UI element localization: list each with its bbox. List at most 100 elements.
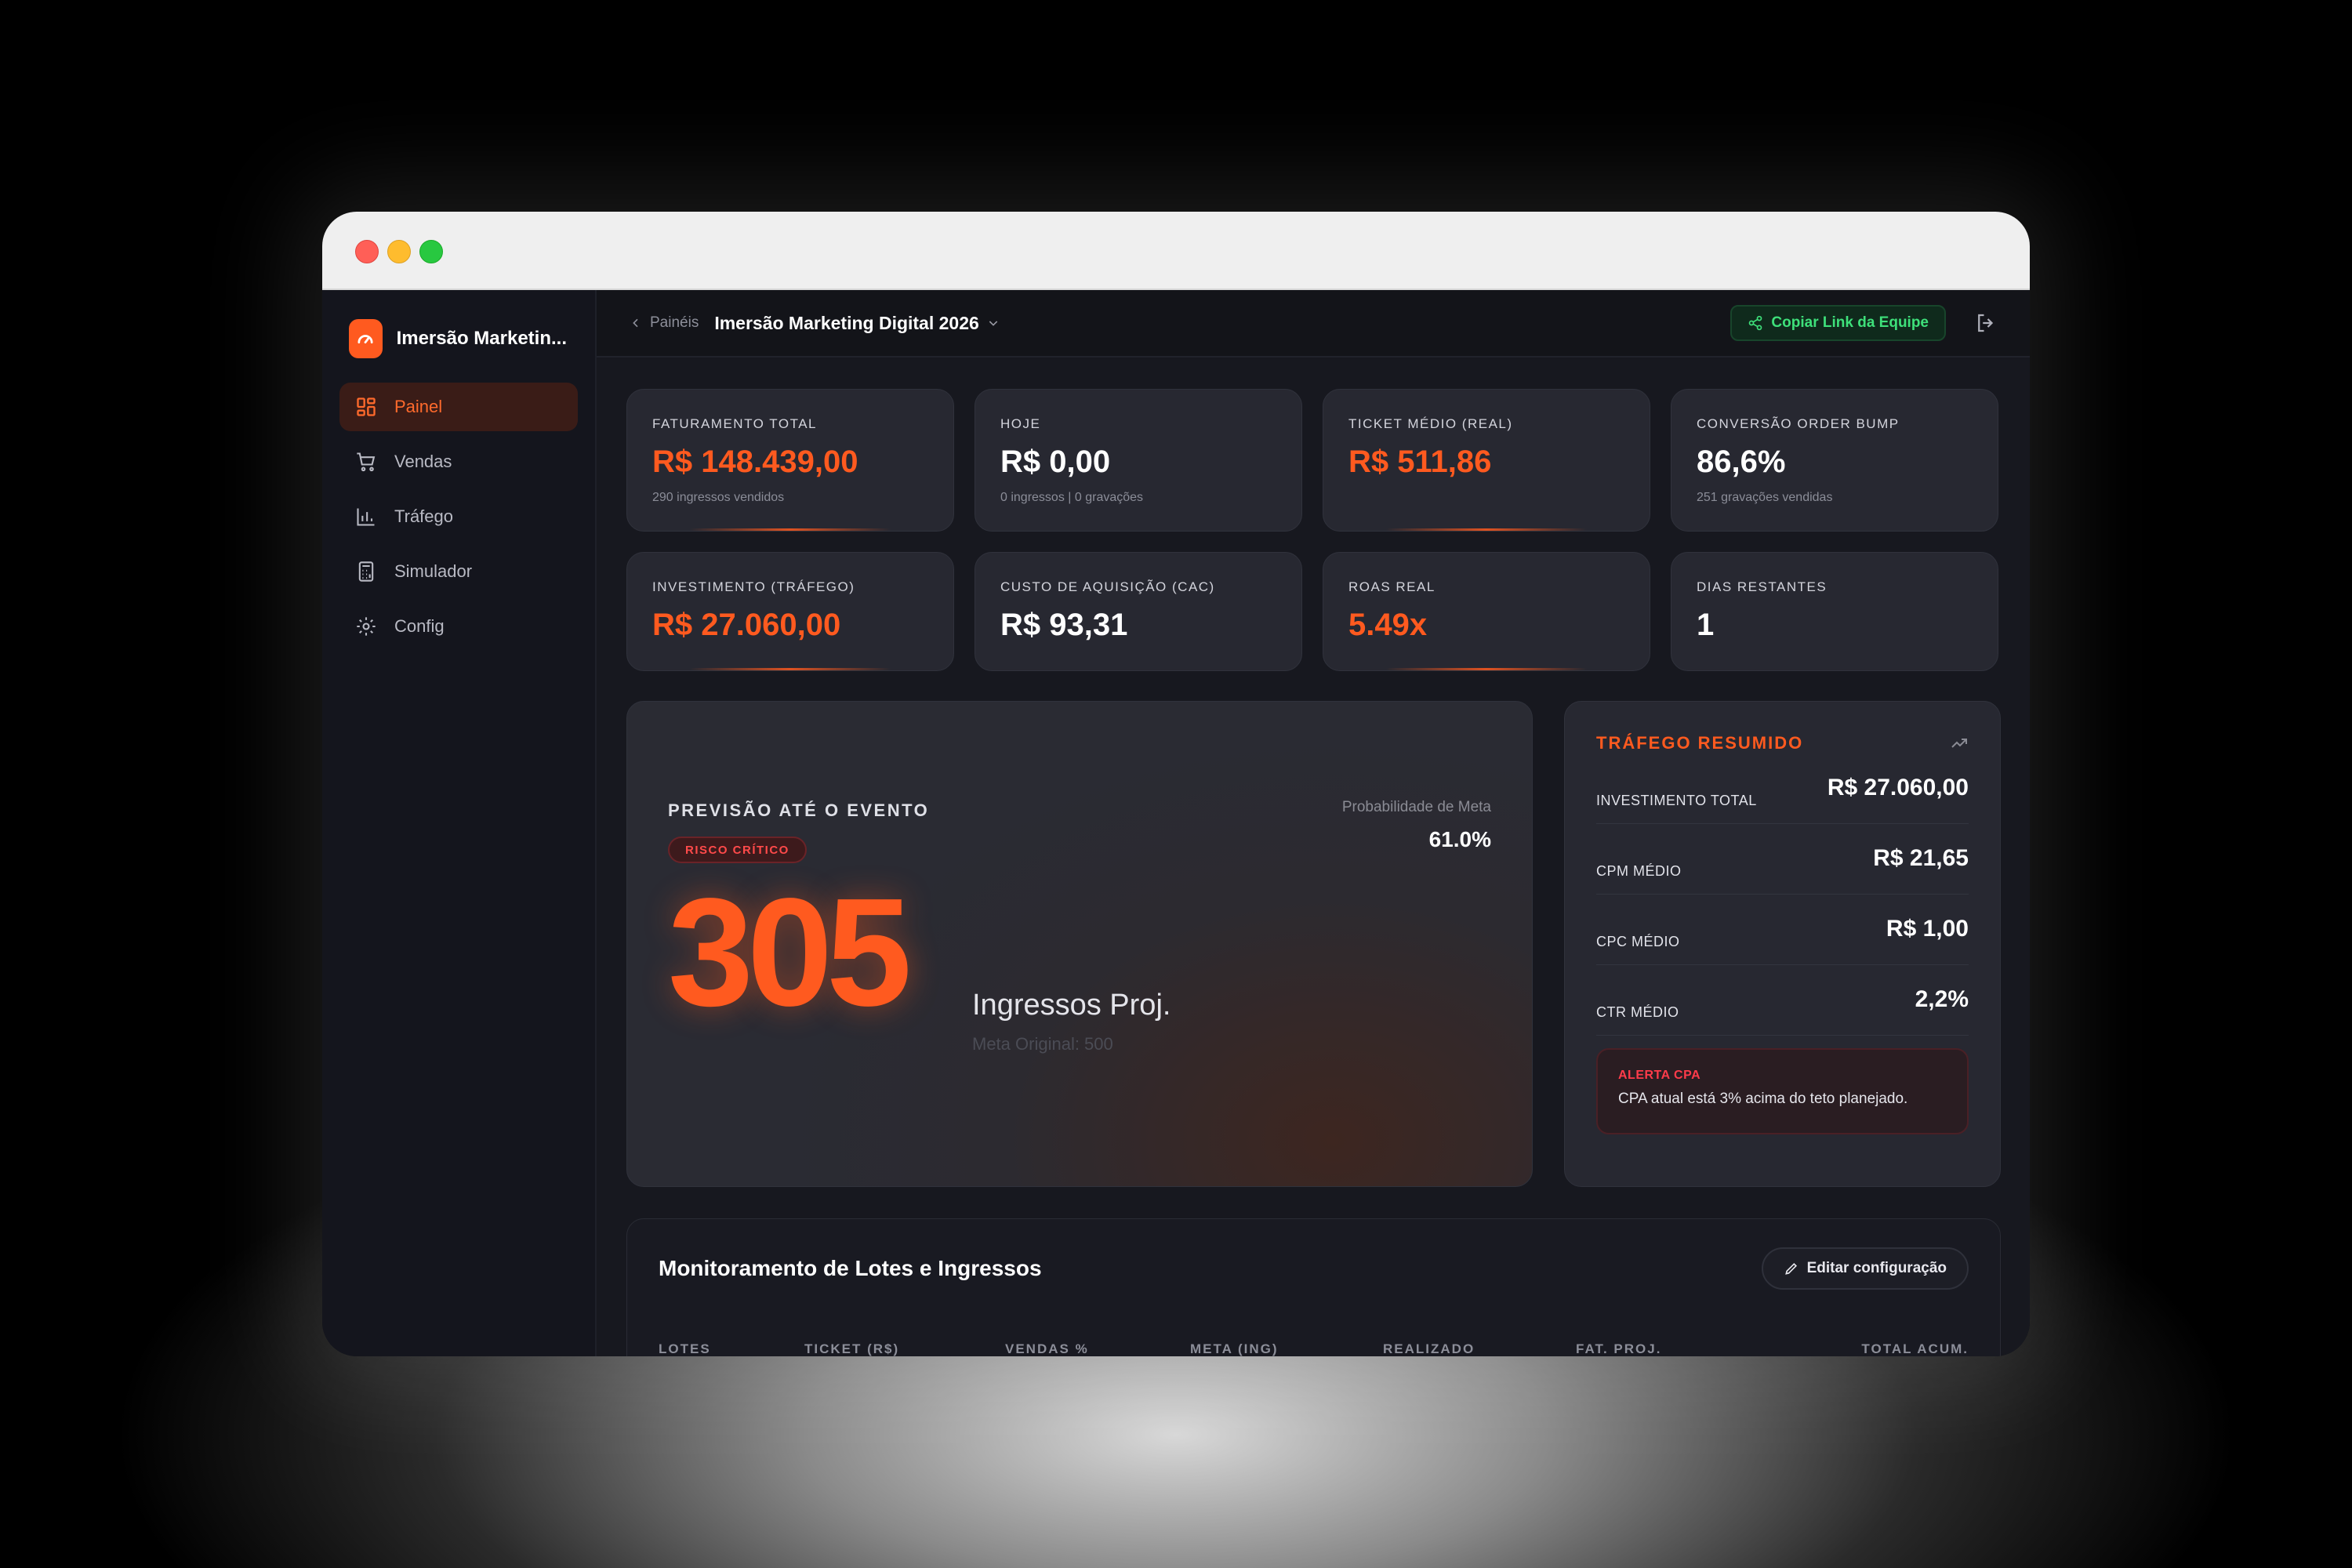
probability-label: Probabilidade de Meta [1341, 799, 1491, 815]
kpi-value: R$ 93,31 [1000, 608, 1128, 642]
traffic-row-ctr: CTR MÉDIO 2,2% [1596, 965, 1969, 1036]
share-icon [1749, 315, 1762, 331]
kpi-card-faturamento: FATURAMENTO TOTAL R$ 148.439,00 290 ingr… [626, 389, 954, 532]
kpi-card-investimento: INVESTIMENTO (TRÁFEGO) R$ 27.060,00 [626, 552, 954, 671]
sidebar-item-label: Simulador [394, 561, 473, 581]
alert-title: ALERTA CPA [1618, 1069, 1701, 1082]
traffic-row-investimento: INVESTIMENTO TOTAL R$ 27.060,00 [1596, 753, 1969, 824]
breadcrumb-back[interactable]: Painéis [630, 314, 699, 332]
forecast-unit-label: Ingressos Proj. [972, 989, 1171, 1022]
sidebar-nav: Painel Vendas Tráfego Simulador Config [339, 383, 578, 651]
topbar: Painéis Imersão Marketing Digital 2026 C… [597, 290, 2030, 358]
cpa-alert: ALERTA CPA CPA atual está 3% acima do te… [1596, 1048, 1969, 1134]
kpi-sub: 290 ingressos vendidos [652, 491, 785, 504]
traffic-row-value: R$ 21,65 [1873, 845, 1969, 871]
traffic-row-cpc: CPC MÉDIO R$ 1,00 [1596, 895, 1969, 965]
kpi-grid: FATURAMENTO TOTAL R$ 148.439,00 290 ingr… [626, 389, 2001, 671]
page-title: Imersão Marketing Digital 2026 [714, 312, 979, 333]
lots-header: Monitoramento de Lotes e Ingressos Edita… [659, 1219, 1969, 1318]
lots-table-header: LOTES TICKET (R$) VENDAS % META (ING) RE… [659, 1341, 1969, 1356]
copy-team-link-label: Copiar Link da Equipe [1771, 314, 1929, 331]
mid-section: PREVISÃO ATÉ O EVENTO RISCO CRÍTICO 305 … [626, 701, 2001, 1187]
copy-team-link-button[interactable]: Copiar Link da Equipe [1730, 305, 1946, 341]
kpi-label: DIAS RESTANTES [1697, 579, 1828, 594]
column-header[interactable]: TOTAL ACUM. [1811, 1341, 1969, 1356]
kpi-label: FATURAMENTO TOTAL [652, 416, 818, 431]
kpi-card-order-bump: CONVERSÃO ORDER BUMP 86,6% 251 gravações… [1671, 389, 1998, 532]
lots-title: Monitoramento de Lotes e Ingressos [659, 1256, 1042, 1280]
app-window: Imersão Marketin... Painel Vendas Tráfeg… [322, 212, 2030, 1356]
kpi-value: R$ 148.439,00 [652, 445, 858, 479]
traffic-summary-card: TRÁFEGO RESUMIDO INVESTIMENTO TOTAL R$ 2… [1564, 701, 2001, 1187]
dashboard: FATURAMENTO TOTAL R$ 148.439,00 290 ingr… [597, 358, 2030, 1356]
kpi-value: 5.49x [1348, 608, 1428, 642]
traffic-row-value: 2,2% [1915, 986, 1969, 1012]
kpi-label: ROAS REAL [1348, 579, 1436, 594]
logout-icon[interactable] [1974, 311, 1998, 335]
brand[interactable]: Imersão Marketin... [339, 318, 578, 359]
column-header[interactable]: TICKET (R$) [804, 1341, 1005, 1356]
alert-text: CPA atual está 3% acima do teto planejad… [1618, 1091, 1908, 1107]
sidebar: Imersão Marketin... Painel Vendas Tráfeg… [322, 290, 597, 1356]
sidebar-item-vendas[interactable]: Vendas [339, 437, 578, 486]
app-body: Imersão Marketin... Painel Vendas Tráfeg… [322, 290, 2030, 1356]
minimize-window-button[interactable] [387, 240, 411, 263]
forecast-card: PREVISÃO ATÉ O EVENTO RISCO CRÍTICO 305 … [626, 701, 1533, 1187]
kpi-card-dias-restantes: DIAS RESTANTES 1 [1671, 552, 1998, 671]
cart-icon [357, 452, 376, 472]
traffic-header: TRÁFEGO RESUMIDO [1596, 733, 1969, 753]
grid-icon [357, 397, 376, 416]
kpi-label: TICKET MÉDIO (REAL) [1348, 416, 1513, 431]
kpi-label: CUSTO DE AQUISIÇÃO (CAC) [1000, 579, 1215, 594]
kpi-accent-line [690, 668, 891, 670]
forecast-original-goal: Meta Original: 500 [972, 1034, 1113, 1054]
traffic-row-label: CPC MÉDIO [1596, 934, 1680, 949]
sidebar-item-label: Painel [394, 397, 443, 416]
column-header[interactable]: REALIZADO [1383, 1341, 1576, 1356]
edit-config-button[interactable]: Editar configuração [1761, 1247, 1969, 1290]
kpi-label: CONVERSÃO ORDER BUMP [1697, 416, 1900, 431]
maximize-window-button[interactable] [419, 240, 443, 263]
kpi-label: INVESTIMENTO (TRÁFEGO) [652, 579, 855, 594]
brand-name: Imersão Marketin... [396, 328, 567, 349]
traffic-row-value: R$ 1,00 [1886, 916, 1969, 942]
kpi-card-cac: CUSTO DE AQUISIÇÃO (CAC) R$ 93,31 [975, 552, 1302, 671]
traffic-row-label: INVESTIMENTO TOTAL [1596, 793, 1757, 808]
lots-monitoring-card: Monitoramento de Lotes e Ingressos Edita… [626, 1218, 2001, 1356]
project-selector[interactable]: Imersão Marketing Digital 2026 [714, 313, 999, 334]
kpi-card-ticket-medio: TICKET MÉDIO (REAL) R$ 511,86 [1323, 389, 1650, 532]
kpi-value: 1 [1697, 608, 1715, 642]
close-window-button[interactable] [355, 240, 379, 263]
goal-probability: Probabilidade de Meta 61.0% [1342, 799, 1491, 852]
sidebar-item-config[interactable]: Config [339, 602, 578, 651]
window-titlebar [322, 212, 2030, 290]
sidebar-item-label: Tráfego [394, 506, 454, 526]
bar-chart-icon [357, 508, 375, 526]
kpi-accent-line [1386, 528, 1587, 531]
column-header[interactable]: FAT. PROJ. [1576, 1341, 1811, 1356]
topbar-actions: Copiar Link da Equipe [1730, 305, 1998, 341]
kpi-label: HOJE [1000, 416, 1041, 431]
kpi-accent-line [690, 528, 891, 531]
calculator-icon [358, 561, 374, 582]
column-header[interactable]: LOTES [659, 1341, 804, 1356]
column-header[interactable]: VENDAS % [1005, 1341, 1190, 1356]
gear-icon [357, 617, 376, 636]
sidebar-item-painel[interactable]: Painel [339, 383, 578, 431]
traffic-row-label: CPM MÉDIO [1596, 863, 1682, 879]
traffic-title: TRÁFEGO RESUMIDO [1596, 733, 1804, 753]
sidebar-item-trafego[interactable]: Tráfego [339, 492, 578, 541]
probability-value: 61.0% [1428, 827, 1491, 851]
forecast-value: 305 [668, 866, 912, 1038]
risk-badge: RISCO CRÍTICO [668, 837, 807, 863]
trending-up-icon[interactable] [1950, 734, 1969, 753]
kpi-sub: 0 ingressos | 0 gravações [1000, 491, 1144, 504]
traffic-row-value: R$ 27.060,00 [1827, 775, 1969, 800]
sidebar-item-label: Config [394, 616, 445, 636]
column-header[interactable]: META (ING) [1190, 1341, 1383, 1356]
sidebar-item-simulador[interactable]: Simulador [339, 547, 578, 596]
kpi-accent-line [1386, 668, 1587, 670]
main-content: Painéis Imersão Marketing Digital 2026 C… [597, 290, 2030, 1356]
pencil-icon [1784, 1262, 1797, 1275]
traffic-row-cpm: CPM MÉDIO R$ 21,65 [1596, 824, 1969, 895]
